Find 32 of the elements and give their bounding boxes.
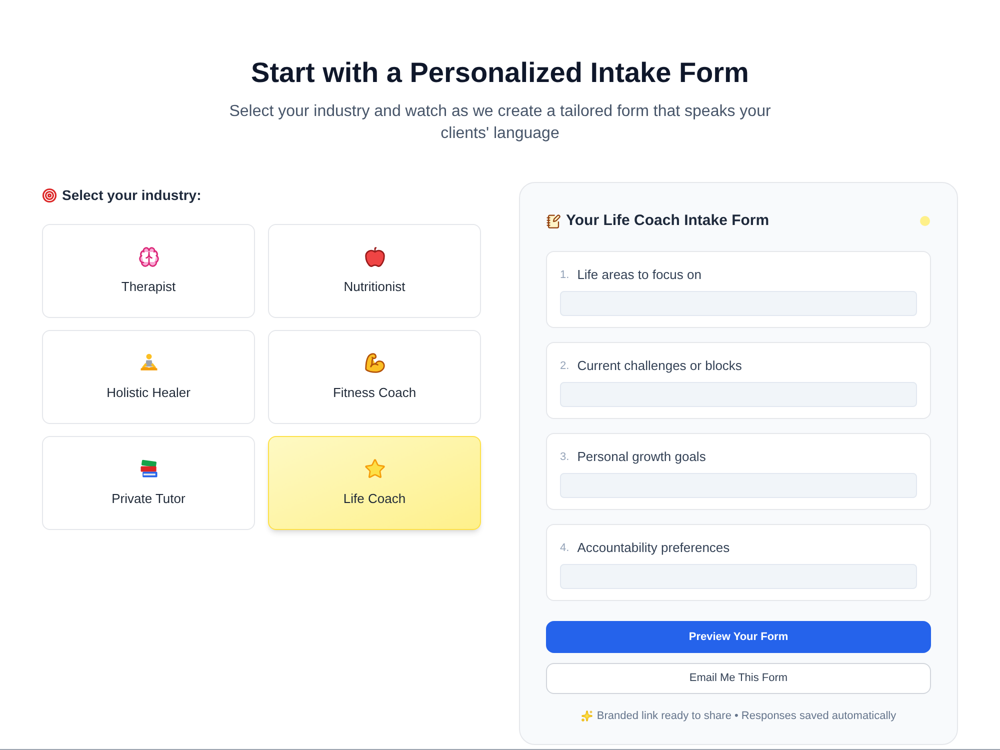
industry-label: Select your industry: bbox=[62, 186, 202, 205]
star-icon bbox=[364, 458, 386, 480]
form-title: Your Life Coach Intake Form bbox=[566, 210, 770, 231]
industry-card[interactable]: Life Coach bbox=[268, 436, 481, 530]
industry-card[interactable]: Nutritionist bbox=[268, 224, 481, 318]
input-field[interactable] bbox=[560, 291, 917, 316]
memo-icon bbox=[546, 214, 561, 228]
industry-card[interactable]: Private Tutor bbox=[42, 436, 255, 530]
question-label: Current challenges or blocks bbox=[577, 357, 742, 376]
footer-note: Branded link ready to share • Responses saved automatically bbox=[596, 709, 896, 724]
question-number: 2. bbox=[560, 358, 570, 374]
question-number: 4. bbox=[560, 540, 570, 556]
industry-card[interactable]: Therapist bbox=[42, 224, 255, 318]
flexed-arm-icon bbox=[364, 352, 386, 374]
industry-card[interactable]: Fitness Coach bbox=[268, 330, 481, 424]
page-subtitle: Select your industry and watch as we create a tailored form that speaks your clients' language bbox=[228, 102, 772, 144]
question-number: 3. bbox=[560, 450, 570, 465]
input-field[interactable] bbox=[560, 382, 917, 407]
question-label: Personal growth goals bbox=[577, 448, 706, 466]
industry-card[interactable]: Holistic Healer bbox=[42, 330, 255, 424]
target-icon bbox=[42, 188, 57, 202]
input-field[interactable] bbox=[560, 564, 917, 589]
email-button[interactable]: Email Me This Form bbox=[546, 663, 931, 694]
question-label: Life areas to focus on bbox=[577, 266, 702, 284]
page-title: Start with a Personalized Intake Form bbox=[251, 56, 749, 90]
input-field[interactable] bbox=[560, 473, 917, 498]
question-number: 1. bbox=[560, 268, 570, 283]
question-label: Accountability preferences bbox=[577, 539, 730, 558]
preview-button[interactable]: Preview Your Form bbox=[546, 621, 931, 653]
brain-icon bbox=[138, 246, 160, 268]
apple-icon bbox=[364, 246, 386, 268]
sparkles-icon bbox=[580, 710, 593, 722]
